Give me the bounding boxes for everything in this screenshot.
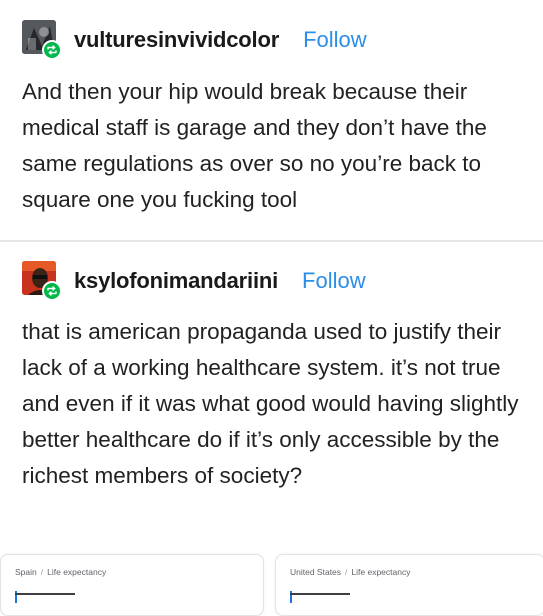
breadcrumb: Spain / Life expectancy	[15, 567, 107, 577]
card-value-peek	[290, 593, 350, 603]
info-cards: Spain / Life expectancy United States / Life…	[0, 548, 543, 616]
follow-button[interactable]: Follow	[303, 27, 367, 53]
breadcrumb-country: Spain	[15, 567, 37, 577]
reblog-icon	[42, 281, 62, 301]
post-1: vulturesinvividcolor Follow And then you…	[0, 0, 543, 240]
post-body: that is american propaganda used to just…	[22, 319, 519, 488]
reblog-icon	[42, 40, 62, 60]
breadcrumb-topic: Life expectancy	[47, 567, 107, 577]
follow-button[interactable]: Follow	[302, 268, 366, 294]
breadcrumb-country: United States	[290, 567, 342, 577]
breadcrumb-topic: Life expectancy	[351, 567, 411, 577]
breadcrumb: United States / Life expectancy	[290, 567, 411, 577]
post-divider	[0, 240, 543, 242]
card-value-peek	[15, 593, 75, 603]
post-header: ksylofonimandariini Follow	[22, 261, 366, 301]
avatar[interactable]	[22, 261, 62, 301]
post-2: ksylofonimandariini Follow that is ameri…	[0, 243, 543, 543]
avatar[interactable]	[22, 20, 62, 60]
info-card-united-states[interactable]: United States / Life expectancy	[275, 554, 543, 616]
info-card-spain[interactable]: Spain / Life expectancy	[0, 554, 264, 616]
username[interactable]: vulturesinvividcolor	[74, 27, 279, 53]
post-body: And then your hip would break because th…	[22, 79, 487, 212]
post-header: vulturesinvividcolor Follow	[22, 20, 367, 60]
username[interactable]: ksylofonimandariini	[74, 268, 278, 294]
